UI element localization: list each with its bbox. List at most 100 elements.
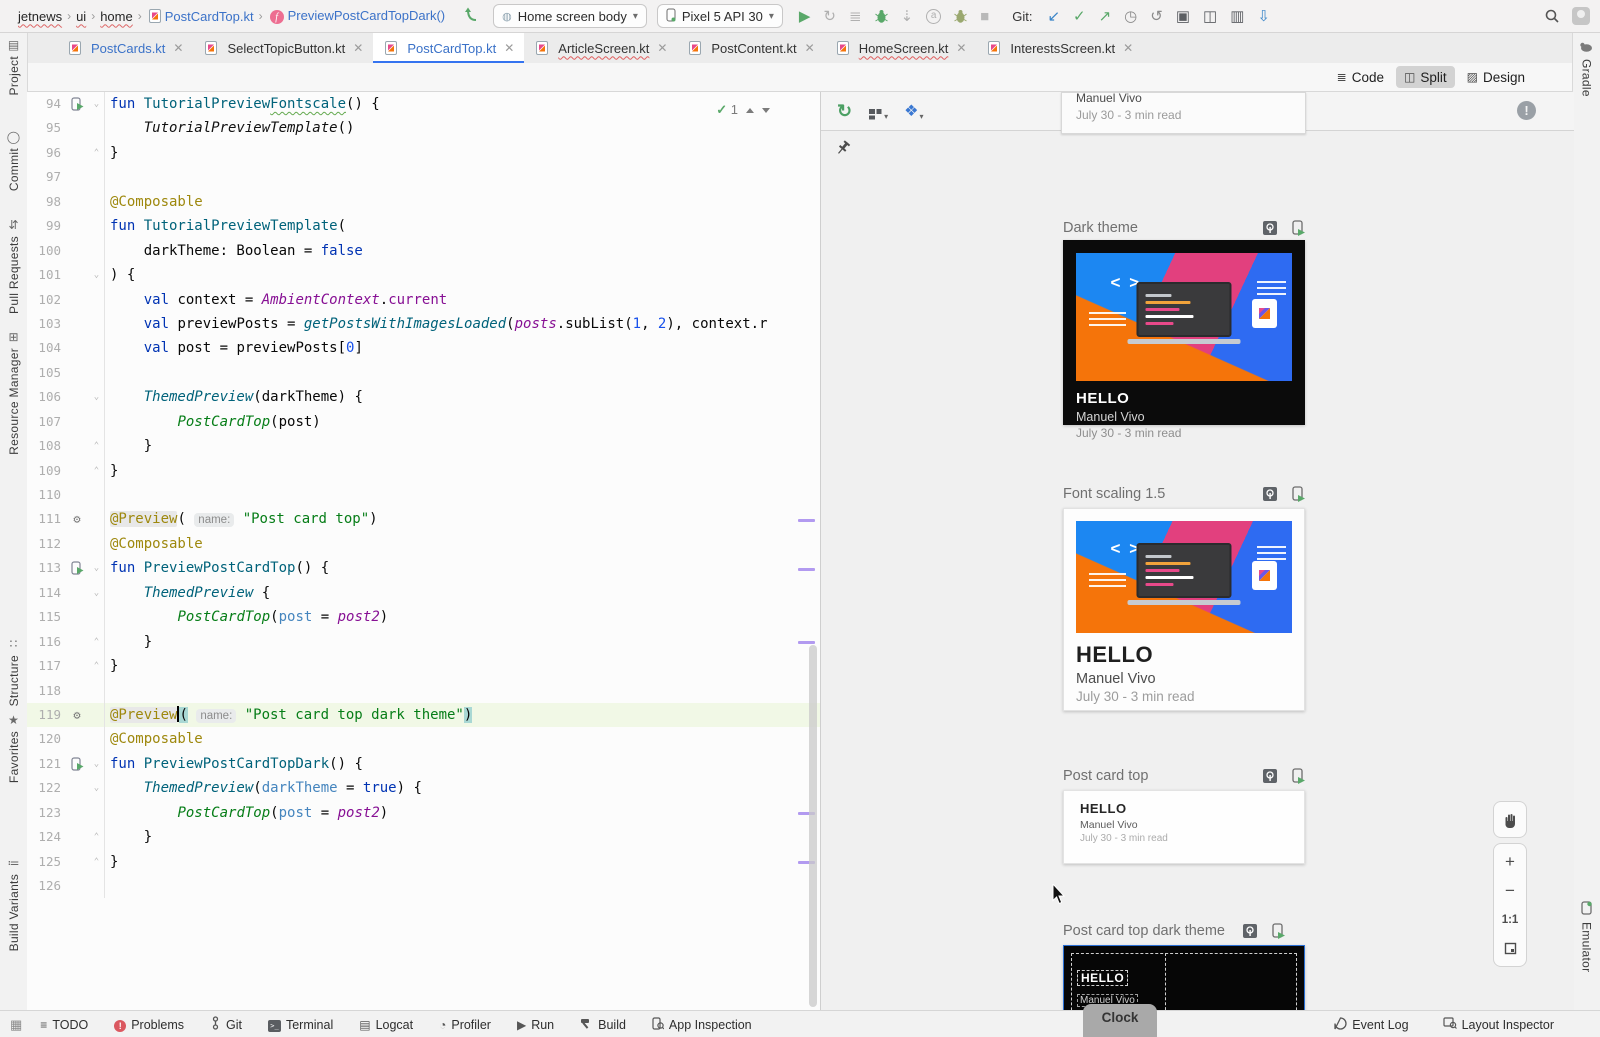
interactive-preview-icon[interactable] bbox=[1262, 486, 1278, 506]
gutter-run-icon[interactable] bbox=[65, 752, 89, 776]
running-devices-icon[interactable]: ◫ bbox=[1203, 9, 1217, 24]
close-icon[interactable]: ✕ bbox=[353, 41, 363, 55]
code-editor[interactable]: 94⌄fun TutorialPreviewFontscale() {95 Tu… bbox=[27, 92, 820, 1010]
pan-tool-button[interactable] bbox=[1493, 801, 1527, 838]
interactive-preview-icon[interactable] bbox=[1262, 768, 1278, 788]
sidebar-item-favorites[interactable]: ★Favorites bbox=[0, 713, 27, 783]
mode-design-button[interactable]: ▨ Design bbox=[1459, 66, 1533, 88]
git-history-icon[interactable]: ◷ bbox=[1124, 9, 1137, 24]
breadcrumb-item-previewpostcardtopdark[interactable]: fPreviewPostCardTopDark() bbox=[268, 8, 446, 25]
code-line-105[interactable]: 105 bbox=[27, 361, 820, 385]
code-line-97[interactable]: 97 bbox=[27, 165, 820, 189]
sidebar-item-pull-requests[interactable]: ⇵Pull Requests bbox=[0, 218, 27, 314]
run-preview-icon[interactable] bbox=[1292, 486, 1305, 506]
code-line-95[interactable]: 95 TutorialPreviewTemplate() bbox=[27, 116, 820, 140]
attach-debugger-icon[interactable]: ⇣ bbox=[901, 9, 914, 24]
device-mirroring-icon[interactable]: ▥ bbox=[1230, 9, 1244, 24]
close-icon[interactable]: ✕ bbox=[504, 41, 514, 55]
statusbar-item-profiler[interactable]: ◔Profiler bbox=[439, 1018, 491, 1032]
run-preview-icon[interactable] bbox=[1292, 768, 1305, 788]
statusbar-item-terminal[interactable]: >_Terminal bbox=[268, 1017, 333, 1032]
code-line-126[interactable]: 126 bbox=[27, 874, 820, 898]
code-line-111[interactable]: 111⚙@Preview( name: "Post card top") bbox=[27, 507, 820, 531]
sidebar-item-resource-manager[interactable]: ⊞Resource Manager bbox=[0, 330, 27, 455]
preview-issues-badge[interactable]: ! bbox=[1517, 101, 1536, 120]
device-select[interactable]: Pixel 5 API 30 ▾ bbox=[657, 4, 783, 28]
code-line-123[interactable]: 123 PostCardTop(post = post2) bbox=[27, 801, 820, 825]
breadcrumb-item-ui[interactable]: ui bbox=[76, 9, 86, 24]
preview-card-font-scaling[interactable]: < > HELLO Manuel Vivo July 30 - 3 min re… bbox=[1063, 508, 1305, 711]
stop-button[interactable]: ■ bbox=[980, 9, 989, 24]
code-line-104[interactable]: 104 val post = previewPosts[0] bbox=[27, 336, 820, 360]
code-line-96[interactable]: 96⌃} bbox=[27, 141, 820, 165]
tab-homescreen-kt[interactable]: HomeScreen.kt✕ bbox=[825, 33, 977, 63]
debug-button[interactable] bbox=[875, 9, 888, 24]
preview-card-partial[interactable]: Manuel Vivo July 30 - 3 min read bbox=[1061, 92, 1306, 134]
run-preview-icon[interactable] bbox=[1292, 220, 1305, 240]
interactive-preview-icon[interactable] bbox=[1242, 923, 1258, 943]
run-button[interactable]: ▶ bbox=[799, 9, 811, 24]
tab-articlescreen-kt[interactable]: ArticleScreen.kt✕ bbox=[524, 33, 677, 63]
profiler-lines-icon[interactable]: ≣ bbox=[849, 9, 862, 24]
zoom-in-button[interactable]: + bbox=[1494, 848, 1526, 875]
statusbar-item-event-log[interactable]: Event Log bbox=[1334, 1017, 1408, 1033]
code-line-115[interactable]: 115 PostCardTop(post = post2) bbox=[27, 605, 820, 629]
code-line-100[interactable]: 100 darkTheme: Boolean = false bbox=[27, 239, 820, 263]
profile-app-icon[interactable] bbox=[954, 9, 967, 24]
interactive-preview-icon[interactable] bbox=[1262, 220, 1278, 240]
preview-card-post-card-top[interactable]: HELLO Manuel Vivo July 30 - 3 min read bbox=[1063, 790, 1305, 864]
code-line-107[interactable]: 107 PostCardTop(post) bbox=[27, 410, 820, 434]
git-update-icon[interactable]: ↙ bbox=[1047, 9, 1060, 24]
sidebar-item-structure[interactable]: ∷Structure bbox=[0, 637, 27, 706]
editor-scrollbar[interactable] bbox=[809, 645, 817, 1007]
breadcrumb-item-home[interactable]: home bbox=[100, 9, 133, 24]
close-icon[interactable]: ✕ bbox=[173, 41, 183, 55]
tab-postcontent-kt[interactable]: PostContent.kt✕ bbox=[677, 33, 824, 63]
code-line-125[interactable]: 125⌃} bbox=[27, 850, 820, 874]
preview-card-dark-wireframe[interactable]: HELLO Manuel Vivo bbox=[1063, 945, 1305, 1010]
zoom-actual-size-button[interactable]: 1:1 bbox=[1494, 906, 1526, 933]
code-line-122[interactable]: 122⌄ ThemedPreview(darkTheme = true) { bbox=[27, 776, 820, 800]
code-line-114[interactable]: 114⌄ ThemedPreview { bbox=[27, 581, 820, 605]
gutter-preview-settings-icon[interactable]: ⚙ bbox=[65, 703, 89, 727]
zoom-to-fit-button[interactable] bbox=[1494, 935, 1526, 962]
close-icon[interactable]: ✕ bbox=[1123, 41, 1133, 55]
statusbar-item-build[interactable]: Build bbox=[580, 1017, 626, 1033]
run-preview-icon[interactable] bbox=[1272, 923, 1285, 943]
code-line-109[interactable]: 109⌃} bbox=[27, 459, 820, 483]
pin-icon[interactable] bbox=[835, 140, 851, 159]
statusbar-item-git[interactable]: Git bbox=[210, 1016, 242, 1033]
code-line-121[interactable]: 121⌄fun PreviewPostCardTopDark() { bbox=[27, 752, 820, 776]
mode-code-button[interactable]: ≣ Code bbox=[1329, 66, 1392, 88]
tab-postcardtop-kt[interactable]: PostCardTop.kt✕ bbox=[373, 33, 524, 63]
git-rollback-icon[interactable]: ↺ bbox=[1150, 9, 1163, 24]
sdk-manager-icon[interactable]: ⇩ bbox=[1257, 9, 1270, 24]
mode-split-button[interactable]: ◫ Split bbox=[1396, 66, 1455, 88]
code-line-118[interactable]: 118 bbox=[27, 679, 820, 703]
refresh-preview-icon[interactable]: ↻ bbox=[837, 101, 852, 122]
device-manager-icon[interactable]: ▣ bbox=[1176, 9, 1190, 24]
sidebar-item-project[interactable]: ▤Project bbox=[0, 38, 27, 95]
code-line-116[interactable]: 116⌃ } bbox=[27, 630, 820, 654]
code-line-117[interactable]: 117⌃} bbox=[27, 654, 820, 678]
breadcrumb-item-postcardtopkt[interactable]: PostCardTop.kt bbox=[147, 9, 254, 24]
close-icon[interactable]: ✕ bbox=[805, 41, 815, 55]
code-line-113[interactable]: 113⌄fun PreviewPostCardTop() { bbox=[27, 556, 820, 580]
sidebar-item-gradle[interactable]: Gradle bbox=[1573, 41, 1600, 97]
tab-selecttopicbutton-kt[interactable]: SelectTopicButton.kt✕ bbox=[193, 33, 373, 63]
search-everywhere-icon[interactable] bbox=[1544, 8, 1560, 24]
code-line-124[interactable]: 124⌃ } bbox=[27, 825, 820, 849]
code-line-119[interactable]: 119⚙@Preview( name: "Post card top dark … bbox=[27, 703, 820, 727]
code-line-98[interactable]: 98@Composable bbox=[27, 190, 820, 214]
gutter-preview-settings-icon[interactable]: ⚙ bbox=[65, 507, 89, 531]
avatar[interactable] bbox=[1572, 7, 1590, 25]
code-line-99[interactable]: 99fun TutorialPreviewTemplate( bbox=[27, 214, 820, 238]
breadcrumb-item-jetnews[interactable]: jetnews bbox=[18, 9, 62, 24]
sidebar-item-emulator[interactable]: Emulator bbox=[1573, 901, 1600, 972]
layers-icon[interactable]: ❖ ▾ bbox=[904, 101, 923, 121]
statusbar-item-app-inspection[interactable]: App Inspection bbox=[652, 1017, 752, 1033]
close-icon[interactable]: ✕ bbox=[657, 41, 667, 55]
prev-problem-icon[interactable] bbox=[746, 108, 754, 113]
statusbar-item-logcat[interactable]: ▤Logcat bbox=[359, 1018, 413, 1032]
run-configuration-select[interactable]: ◍ Home screen body ▾ bbox=[493, 4, 647, 28]
